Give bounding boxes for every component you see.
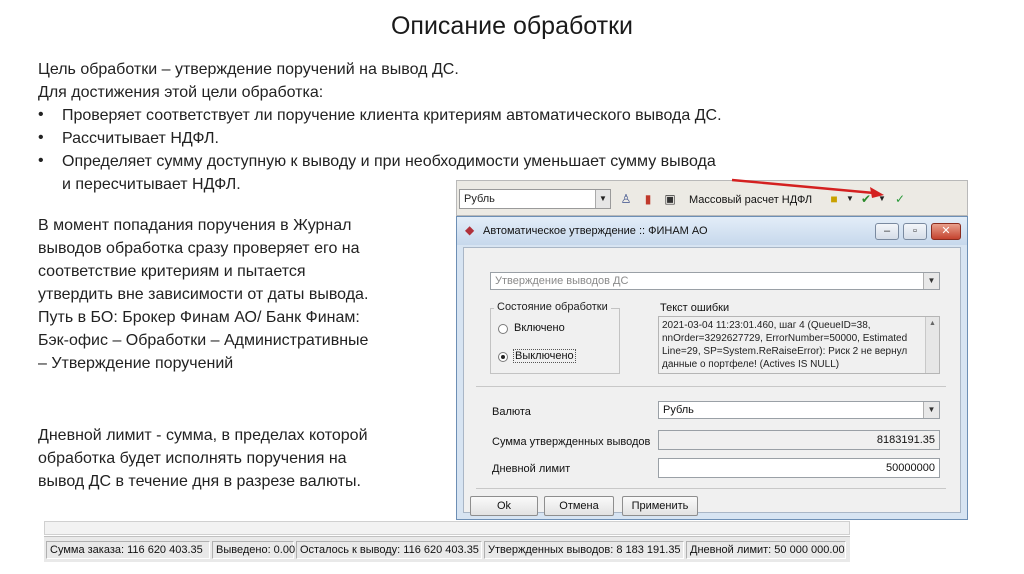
goal-text: Цель обработки – утверждение поручений н…	[38, 61, 459, 78]
save-icon[interactable]: ▣	[663, 192, 677, 206]
radio-disabled[interactable]	[498, 352, 508, 362]
bullet-item: Рассчитывает НДФЛ.	[62, 130, 219, 147]
divider	[476, 386, 946, 387]
bullet-marker: •	[38, 106, 44, 123]
paragraph-line: утвердить вне зависимости от даты вывода…	[38, 286, 369, 303]
status-withdrawn: Выведено: 0.00	[212, 541, 295, 559]
app-icon: ◆	[465, 223, 475, 237]
approved-sum-label: Сумма утвержденных выводов	[492, 436, 651, 448]
maximize-button[interactable]: ▫	[903, 223, 927, 240]
paragraph-line: В момент попадания поручения в Журнал	[38, 217, 352, 234]
state-group	[490, 308, 620, 374]
close-button[interactable]: ✕	[931, 223, 961, 240]
currency-select[interactable]: Рубль ▼	[658, 401, 940, 419]
auto-approve-dialog: ◆ Автоматическое утверждение :: ФИНАМ АО…	[456, 216, 968, 520]
error-textbox[interactable]: 2021-03-04 11:23:01.460, шаг 4 (QueueID=…	[658, 316, 940, 374]
paragraph-line: выводов обработка сразу проверяет его на	[38, 240, 360, 257]
error-line: nnOrder=3292627729, ErrorNumber=50000, E…	[662, 333, 908, 344]
error-line: данные о портфеле! (Actives IS NULL)	[662, 359, 840, 370]
paragraph-line: соответствие критериям и пытается	[38, 263, 306, 280]
chevron-down-icon[interactable]: ▼	[923, 402, 939, 418]
horizontal-scrollbar[interactable]	[44, 521, 850, 535]
page-title: Описание обработки	[390, 12, 634, 40]
status-approved: Утвержденных выводов: 8 183 191.35	[484, 541, 684, 559]
bullet-item-continuation: и пересчитывает НДФЛ.	[62, 176, 241, 193]
currency-combo-value: Рубль	[464, 193, 495, 205]
paragraph-line: Путь в БО: Брокер Финам АО/ Банк Финам:	[38, 309, 360, 326]
radio-enabled-label: Включено	[514, 322, 565, 334]
ok-button[interactable]: Ok	[470, 496, 538, 516]
paragraph-line: Дневной лимит - сумма, в пределах которо…	[38, 427, 368, 444]
bullet-marker: •	[38, 152, 44, 169]
dialog-titlebar[interactable]: ◆ Автоматическое утверждение :: ФИНАМ АО…	[457, 217, 967, 245]
daily-limit-field[interactable]: 50000000	[658, 458, 940, 478]
divider	[476, 488, 946, 489]
cancel-button[interactable]: Отмена	[544, 496, 614, 516]
error-line: 2021-03-04 11:23:01.460, шаг 4 (QueueID=…	[662, 320, 871, 331]
paragraph-line: Бэк-офис – Обработки – Административные	[38, 332, 369, 349]
arrow-pointer-icon	[731, 178, 884, 198]
error-scrollbar[interactable]: ▲	[925, 317, 939, 373]
processing-select[interactable]: Утверждение выводов ДС ▼	[490, 272, 940, 290]
radio-enabled[interactable]	[498, 324, 508, 334]
approved-sum-field: 8183191.35	[658, 430, 940, 450]
chevron-down-icon[interactable]: ▼	[595, 190, 610, 208]
currency-select-value: Рубль	[663, 404, 694, 416]
radio-disabled-label: Выключено	[513, 349, 576, 363]
app-toolbar: Рубль ▼ ♙ ▮ ▣ Массовый расчет НДФЛ ■ ▼ ✔…	[456, 180, 968, 216]
paragraph-line: обработка будет исполнять поручения на	[38, 450, 347, 467]
processing-select-value: Утверждение выводов ДС	[495, 275, 629, 287]
state-group-label: Состояние обработки	[494, 301, 611, 313]
apply-button[interactable]: Применить	[622, 496, 698, 516]
status-remaining: Осталось к выводу: 116 620 403.35	[296, 541, 482, 559]
status-daily-limit: Дневной лимит: 50 000 000.00	[686, 541, 846, 559]
chevron-down-icon[interactable]: ▼	[923, 273, 939, 289]
status-order-sum: Сумма заказа: 116 620 403.35	[46, 541, 210, 559]
user-icon[interactable]: ♙	[619, 192, 633, 206]
dialog-client: Утверждение выводов ДС ▼ Состояние обраб…	[463, 247, 961, 516]
goal-subtext: Для достижения этой цели обработка:	[38, 84, 324, 101]
daily-limit-label: Дневной лимит	[492, 463, 571, 475]
currency-combo[interactable]: Рубль ▼	[459, 189, 611, 209]
minimize-button[interactable]: –	[875, 223, 899, 240]
error-line: Line=29, SP=System.ReRaiseError): Риск 2…	[662, 346, 908, 357]
currency-label: Валюта	[492, 406, 531, 418]
bullet-item: Проверяет соответствует ли поручение кли…	[62, 107, 722, 124]
auto-approve-icon[interactable]: ✓	[893, 192, 907, 206]
bullet-marker: •	[38, 129, 44, 146]
document-icon[interactable]: ▮	[641, 192, 655, 206]
paragraph-line: – Утверждение поручений	[38, 355, 234, 372]
bullet-item: Определяет сумму доступную к выводу и пр…	[62, 153, 716, 170]
status-bar: Сумма заказа: 116 620 403.35 Выведено: 0…	[44, 536, 850, 562]
error-text-label: Текст ошибки	[660, 302, 730, 314]
paragraph-line: вывод ДС в течение дня в разрезе валюты.	[38, 473, 361, 490]
dialog-title: Автоматическое утверждение :: ФИНАМ АО	[483, 225, 708, 237]
